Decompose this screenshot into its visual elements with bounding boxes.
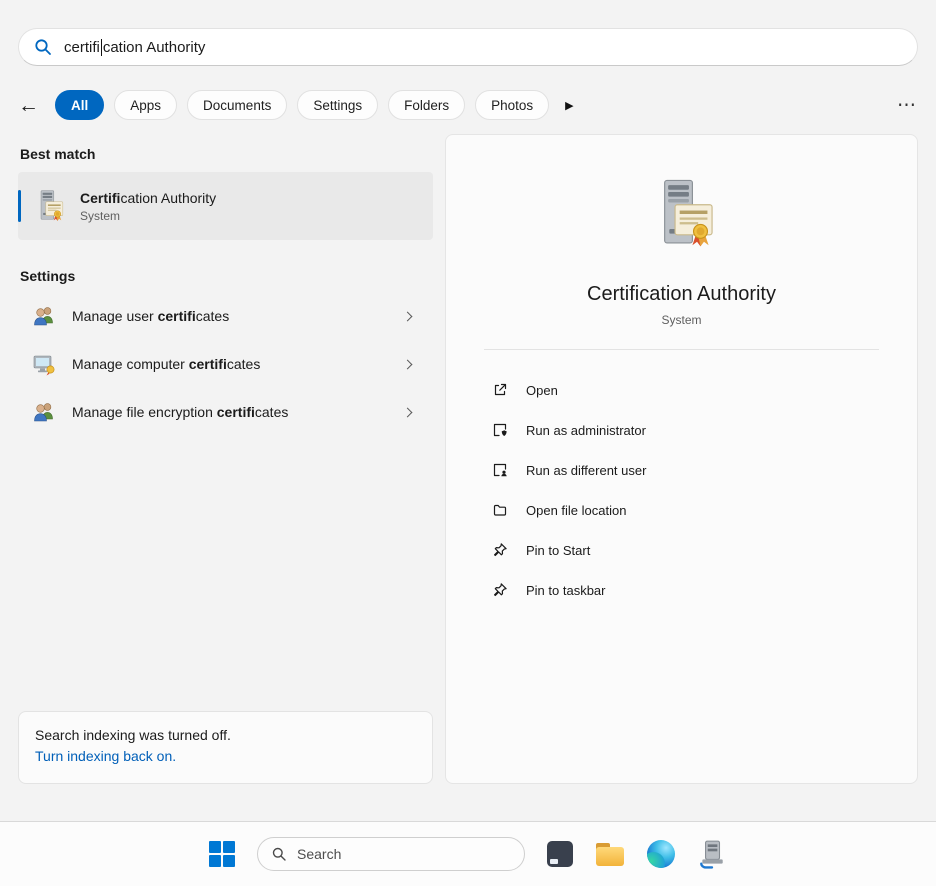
preview-panel: Certification Authority System Open — [445, 134, 918, 784]
chevron-right-icon — [403, 359, 413, 369]
manage-user-certificates-icon — [32, 304, 56, 328]
filter-tab-folders[interactable]: Folders — [388, 90, 465, 120]
best-match-header: Best match — [20, 146, 431, 162]
indexing-notice: Search indexing was turned off. Turn ind… — [18, 711, 433, 784]
taskbar-center-group: Search — [209, 837, 727, 871]
settings-result-manage-user-certificates[interactable]: Manage user certificates — [18, 292, 433, 340]
chevron-right-icon — [403, 311, 413, 321]
filter-tab-apps[interactable]: Apps — [114, 90, 177, 120]
action-pin-to-taskbar[interactable]: Pin to taskbar — [492, 570, 917, 610]
desktop-screen: certifi cation Authority ← All Apps Docu… — [0, 0, 936, 886]
action-label: Run as different user — [526, 463, 646, 478]
action-label: Pin to taskbar — [526, 583, 606, 598]
action-pin-to-start[interactable]: Pin to Start — [492, 530, 917, 570]
pin-icon — [492, 582, 508, 598]
indexing-message: Search indexing was turned off. — [35, 725, 416, 747]
server-console-icon[interactable] — [697, 839, 727, 869]
search-query-typed: certifi — [64, 39, 100, 56]
start-button[interactable] — [209, 841, 235, 867]
filter-tab-settings[interactable]: Settings — [297, 90, 378, 120]
action-label: Open — [526, 383, 558, 398]
taskbar: Search — [0, 822, 936, 886]
action-run-as-administrator[interactable]: Run as administrator — [492, 410, 917, 450]
action-open[interactable]: Open — [492, 370, 917, 410]
open-icon — [492, 382, 508, 398]
search-icon — [33, 37, 53, 57]
action-list: Open Run as administrator Run as differe… — [446, 360, 917, 610]
filter-tab-all[interactable]: All — [55, 90, 104, 120]
certification-authority-icon — [32, 189, 66, 223]
pin-icon — [492, 542, 508, 558]
expand-filters-icon[interactable]: ▶ — [565, 99, 573, 112]
back-button[interactable]: ← — [18, 95, 39, 116]
manage-file-encryption-certificates-icon — [32, 400, 56, 424]
filter-tab-photos[interactable]: Photos — [475, 90, 549, 120]
edge-browser-icon[interactable] — [647, 840, 675, 868]
action-run-as-different-user[interactable]: Run as different user — [492, 450, 917, 490]
text-caret — [101, 39, 102, 56]
options-ellipsis-button[interactable]: ⋯ — [897, 94, 918, 117]
open-file-location-icon — [492, 502, 508, 518]
settings-result-manage-computer-certificates[interactable]: Manage computer certificates — [18, 340, 433, 388]
run-as-different-user-icon — [492, 462, 508, 478]
chevron-right-icon — [403, 407, 413, 417]
action-open-file-location[interactable]: Open file location — [492, 490, 917, 530]
taskbar-search[interactable]: Search — [257, 837, 525, 871]
filter-bar: ← All Apps Documents Settings Folders Ph… — [18, 90, 918, 120]
certification-authority-large-icon — [645, 177, 719, 251]
search-input[interactable]: certifi cation Authority — [18, 28, 918, 66]
file-explorer-icon[interactable] — [595, 841, 625, 868]
windows-logo-icon — [209, 841, 235, 867]
preview-subtitle: System — [446, 313, 917, 327]
run-as-administrator-icon — [492, 422, 508, 438]
action-label: Open file location — [526, 503, 626, 518]
result-subtitle: System — [80, 209, 216, 223]
action-label: Run as administrator — [526, 423, 646, 438]
settings-result-label: Manage user certificates — [72, 308, 404, 324]
selection-accent-bar — [18, 190, 21, 222]
settings-header: Settings — [20, 268, 431, 284]
results-panel: Best match Certification Authority Syste… — [18, 134, 433, 800]
settings-result-label: Manage file encryption certificates — [72, 404, 404, 420]
filter-tab-documents[interactable]: Documents — [187, 90, 287, 120]
result-text: Certification Authority System — [80, 190, 216, 223]
indexing-link[interactable]: Turn indexing back on. — [35, 746, 176, 768]
manage-computer-certificates-icon — [32, 352, 56, 376]
divider — [484, 349, 879, 350]
settings-result-manage-file-encryption-certificates[interactable]: Manage file encryption certificates — [18, 388, 433, 436]
best-match-result[interactable]: Certification Authority System — [18, 172, 433, 240]
preview-title: Certification Authority — [446, 283, 917, 306]
search-flyout: certifi cation Authority ← All Apps Docu… — [0, 0, 936, 822]
action-label: Pin to Start — [526, 543, 590, 558]
result-title: Certification Authority — [80, 190, 216, 206]
dark-app-icon[interactable] — [547, 841, 573, 867]
search-results-area: Best match Certification Authority Syste… — [0, 134, 936, 800]
search-query-completion: cation Authority — [103, 39, 206, 56]
taskbar-search-label: Search — [297, 846, 341, 862]
settings-result-label: Manage computer certificates — [72, 356, 404, 372]
search-icon — [271, 846, 287, 862]
